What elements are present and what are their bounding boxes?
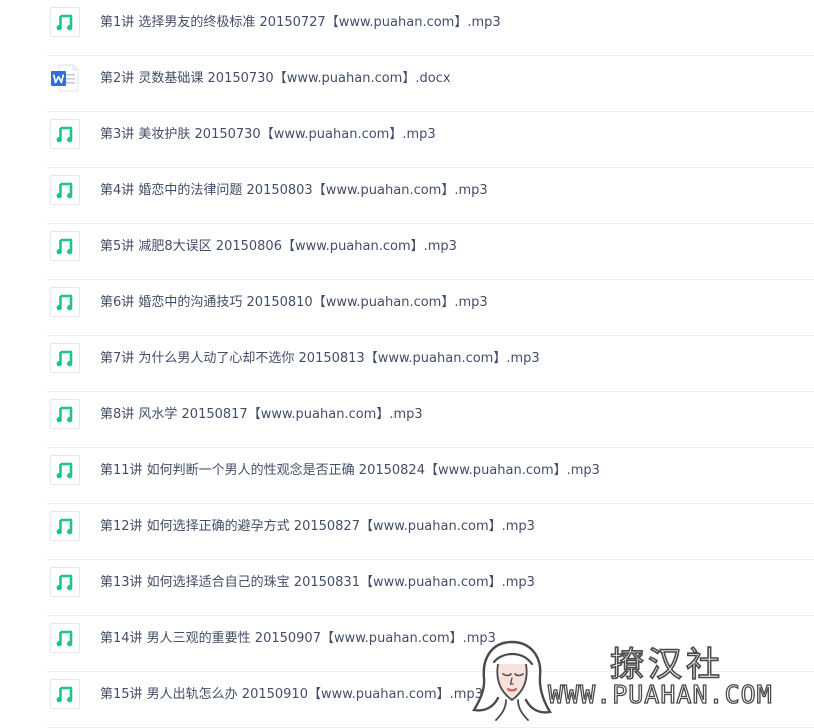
music-file-icon (50, 231, 80, 261)
music-file-icon (50, 567, 80, 597)
file-row[interactable]: 第1讲 选择男友的终极标准 20150727【www.puahan.com】.m… (0, 0, 814, 56)
file-name: 第1讲 选择男友的终极标准 20150727【www.puahan.com】.m… (100, 15, 501, 30)
music-file-icon (50, 679, 80, 709)
file-name: 第12讲 如何选择正确的避孕方式 20150827【www.puahan.com… (100, 519, 535, 534)
file-name: 第8讲 风水学 20150817【www.puahan.com】.mp3 (100, 407, 423, 422)
music-file-icon (50, 399, 80, 429)
music-file-icon (50, 511, 80, 541)
file-row[interactable]: 第8讲 风水学 20150817【www.puahan.com】.mp3 (0, 392, 814, 448)
music-file-icon (50, 7, 80, 37)
file-name: 第3讲 美妆护肤 20150730【www.puahan.com】.mp3 (100, 127, 436, 142)
music-file-icon (50, 623, 80, 653)
file-name: 第6讲 婚恋中的沟通技巧 20150810【www.puahan.com】.mp… (100, 295, 488, 310)
file-list: 第1讲 选择男友的终极标准 20150727【www.puahan.com】.m… (0, 0, 814, 728)
file-row[interactable]: 第2讲 灵数基础课 20150730【www.puahan.com】.docx (0, 56, 814, 112)
music-file-icon (50, 287, 80, 317)
music-file-icon (50, 175, 80, 205)
file-row[interactable]: 第3讲 美妆护肤 20150730【www.puahan.com】.mp3 (0, 112, 814, 168)
file-row[interactable]: 第14讲 男人三观的重要性 20150907【www.puahan.com】.m… (0, 616, 814, 672)
file-row[interactable]: 第5讲 减肥8大误区 20150806【www.puahan.com】.mp3 (0, 224, 814, 280)
music-file-icon (50, 455, 80, 485)
word-file-icon (50, 63, 80, 93)
file-name: 第11讲 如何判断一个男人的性观念是否正确 20150824【www.puaha… (100, 463, 600, 478)
music-file-icon (50, 343, 80, 373)
file-row[interactable]: 第15讲 男人出轨怎么办 20150910【www.puahan.com】.mp… (0, 672, 814, 728)
file-name: 第13讲 如何选择适合自己的珠宝 20150831【www.puahan.com… (100, 575, 535, 590)
file-name: 第14讲 男人三观的重要性 20150907【www.puahan.com】.m… (100, 631, 496, 646)
file-row[interactable]: 第13讲 如何选择适合自己的珠宝 20150831【www.puahan.com… (0, 560, 814, 616)
music-file-icon (50, 119, 80, 149)
file-row[interactable]: 第4讲 婚恋中的法律问题 20150803【www.puahan.com】.mp… (0, 168, 814, 224)
file-row[interactable]: 第12讲 如何选择正确的避孕方式 20150827【www.puahan.com… (0, 504, 814, 560)
file-name: 第5讲 减肥8大误区 20150806【www.puahan.com】.mp3 (100, 239, 457, 254)
file-name: 第4讲 婚恋中的法律问题 20150803【www.puahan.com】.mp… (100, 183, 488, 198)
file-row[interactable]: 第7讲 为什么男人动了心却不选你 20150813【www.puahan.com… (0, 336, 814, 392)
file-name: 第7讲 为什么男人动了心却不选你 20150813【www.puahan.com… (100, 351, 540, 366)
file-name: 第2讲 灵数基础课 20150730【www.puahan.com】.docx (100, 71, 451, 86)
file-name: 第15讲 男人出轨怎么办 20150910【www.puahan.com】.mp… (100, 687, 483, 702)
file-row[interactable]: 第6讲 婚恋中的沟通技巧 20150810【www.puahan.com】.mp… (0, 280, 814, 336)
file-row[interactable]: 第11讲 如何判断一个男人的性观念是否正确 20150824【www.puaha… (0, 448, 814, 504)
